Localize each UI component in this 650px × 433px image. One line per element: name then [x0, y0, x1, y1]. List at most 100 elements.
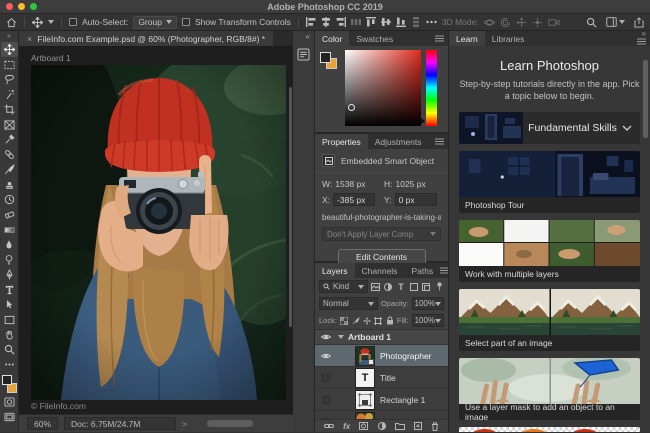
hue-strip[interactable]	[426, 50, 437, 126]
lock-position-icon[interactable]	[363, 316, 371, 325]
marquee-tool[interactable]	[1, 57, 18, 72]
align-top-icon[interactable]	[365, 17, 376, 27]
x-field[interactable]: -385 px	[333, 193, 376, 206]
home-icon[interactable]	[6, 17, 17, 28]
pen-tool[interactable]	[1, 267, 18, 282]
eyedropper-tool[interactable]	[1, 132, 18, 147]
expand-dock-icon[interactable]: «	[306, 31, 314, 42]
tab-properties[interactable]: Properties	[315, 134, 368, 149]
tab-channels[interactable]: Channels	[355, 263, 405, 278]
tutorial-card-multiple-layers[interactable]: Work with multiple layers	[459, 220, 640, 283]
hue-slider-arrow[interactable]	[421, 118, 425, 124]
canvas[interactable]: Artboard 1 © FileInfo.com	[19, 47, 293, 414]
clone-stamp-tool[interactable]	[1, 177, 18, 192]
move-tool[interactable]	[0, 42, 18, 57]
filter-type-layers-icon[interactable]: T	[396, 282, 406, 292]
show-transform-checkbox[interactable]	[181, 18, 190, 26]
lock-artboard-icon[interactable]	[374, 316, 383, 325]
blend-mode-dropdown[interactable]: Normal	[319, 297, 379, 310]
saturation-brightness-field[interactable]	[345, 50, 421, 126]
layer-row-rectangle[interactable]: Rectangle 1	[315, 389, 448, 411]
collapse-dock-icon[interactable]: »	[642, 30, 646, 38]
zoom-tool[interactable]	[1, 342, 18, 357]
tab-learn[interactable]: Learn	[449, 31, 485, 46]
fundamental-skills-card[interactable]: Fundamental Skills	[459, 112, 640, 145]
workspace-switcher-icon[interactable]	[606, 17, 625, 27]
align-left-icon[interactable]	[305, 17, 316, 27]
foreground-color-swatch-small[interactable]	[320, 52, 331, 63]
auto-select-checkbox[interactable]	[69, 18, 77, 26]
opacity-dropdown[interactable]: 100%	[411, 297, 444, 310]
tab-adjustments[interactable]: Adjustments	[368, 134, 429, 149]
path-selection-tool[interactable]	[1, 297, 18, 312]
blur-tool[interactable]	[1, 237, 18, 252]
history-panel-icon[interactable]	[295, 45, 313, 63]
hand-tool[interactable]	[1, 327, 18, 342]
tutorial-card-select-image[interactable]: Select part of an image	[459, 289, 640, 352]
tab-layers[interactable]: Layers	[315, 263, 355, 278]
link-layers-icon[interactable]	[324, 423, 334, 429]
close-tab-icon[interactable]: ×	[27, 34, 32, 44]
delete-layer-icon[interactable]	[431, 422, 439, 431]
fill-dropdown[interactable]: 100%	[411, 314, 445, 327]
zoom-level-field[interactable]: 60%	[27, 417, 59, 430]
align-center-horizontal-icon[interactable]	[321, 17, 331, 27]
filter-adjustment-layers-icon[interactable]	[383, 282, 393, 291]
color-swatches-control[interactable]	[1, 374, 18, 394]
y-field[interactable]: 0 px	[394, 193, 437, 206]
screen-mode-button[interactable]	[1, 409, 18, 424]
brush-tool[interactable]	[1, 162, 18, 177]
expand-chevron-icon[interactable]	[338, 335, 344, 339]
align-bottom-icon[interactable]	[395, 17, 406, 27]
layer-row-foliage[interactable]: Foliage	[315, 411, 448, 419]
tab-libraries[interactable]: Libraries	[485, 31, 532, 46]
edit-toolbar-button[interactable]	[1, 357, 18, 372]
status-chevron-icon[interactable]: >	[182, 419, 187, 429]
panel-menu-icon[interactable]	[435, 134, 444, 149]
filter-shape-layers-icon[interactable]	[409, 282, 419, 291]
visibility-toggle[interactable]	[318, 333, 334, 341]
color-cursor[interactable]	[348, 104, 355, 111]
lock-transparency-icon[interactable]	[340, 316, 349, 325]
filter-pin-icon[interactable]	[434, 282, 444, 291]
crop-tool[interactable]	[1, 102, 18, 117]
new-adjustment-layer-icon[interactable]	[377, 422, 386, 430]
foreground-color-swatch[interactable]	[1, 375, 12, 385]
frame-tool[interactable]	[1, 117, 18, 132]
toolbar-collapse-icon[interactable]: »	[7, 32, 11, 42]
tutorial-card-partial[interactable]	[459, 427, 640, 432]
minimize-window-button[interactable]	[18, 3, 25, 10]
visibility-toggle[interactable]	[318, 352, 334, 360]
artboard-label[interactable]: Artboard 1	[31, 53, 71, 63]
filter-pixel-layers-icon[interactable]	[371, 282, 381, 291]
align-right-icon[interactable]	[336, 17, 346, 27]
lock-pixels-icon[interactable]	[351, 316, 360, 325]
document-tab[interactable]: × FileInfo.com Example.psd @ 60% (Photog…	[19, 31, 274, 46]
rectangle-tool[interactable]	[1, 312, 18, 327]
tab-swatches[interactable]: Swatches	[349, 31, 400, 46]
layer-row-artboard[interactable]: Artboard 1	[315, 330, 448, 345]
tutorial-card-photoshop-tour[interactable]: Photoshop Tour	[459, 151, 640, 214]
filter-smart-objects-icon[interactable]	[422, 282, 432, 291]
visibility-toggle[interactable]	[318, 395, 334, 404]
tool-preset-chevron-icon[interactable]	[48, 20, 54, 24]
filter-kind-dropdown[interactable]: Kind	[319, 280, 368, 293]
layer-comp-dropdown[interactable]: Don't Apply Layer Comp	[322, 227, 441, 241]
canvas-horizontal-scrollbar[interactable]	[206, 420, 253, 427]
close-window-button[interactable]	[6, 3, 13, 10]
lock-all-icon[interactable]	[386, 316, 394, 325]
artboard-photo[interactable]	[31, 65, 286, 400]
document-size-status[interactable]: Doc: 6.75M/24.7M	[64, 417, 177, 430]
dodge-tool[interactable]	[1, 252, 18, 267]
align-middle-vertical-icon[interactable]	[380, 17, 391, 27]
tab-color[interactable]: Color	[315, 31, 350, 46]
lasso-tool[interactable]	[1, 72, 18, 87]
learn-scrollbar[interactable]	[643, 60, 648, 138]
canvas-vertical-scrollbar[interactable]	[289, 87, 292, 327]
object-selection-tool[interactable]	[1, 87, 18, 102]
share-icon[interactable]	[634, 16, 644, 28]
add-layer-mask-icon[interactable]	[359, 422, 369, 430]
gradient-tool[interactable]	[1, 222, 18, 237]
visibility-toggle[interactable]	[318, 373, 334, 382]
layer-row-photographer[interactable]: Photographer	[315, 345, 448, 367]
